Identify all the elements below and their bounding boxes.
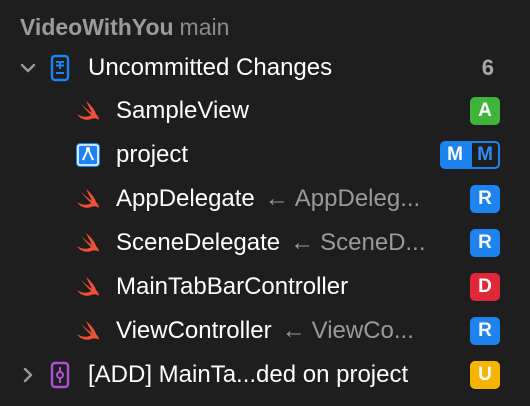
repository-name: VideoWithYou [20,14,174,40]
group-label: Uncommitted Changes [88,54,333,81]
file-name-with-rename: SceneDelegate ← SceneD... [116,228,426,258]
uncommitted-changes-group[interactable]: Uncommitted Changes 6 [0,48,530,88]
original-name: AppDeleg... [294,185,421,212]
rename-arrow: ← [264,185,289,212]
commit-icon [50,361,70,389]
file-name: MainTabBarController [116,273,349,300]
rename-arrow: ← [290,229,315,256]
chevron-right-icon[interactable] [18,365,38,385]
swift-icon [77,189,99,208]
status-badge-renamed: R [470,229,500,257]
status-badge-deleted: D [470,273,500,301]
file-name: AppDelegate [116,185,255,212]
group-label: [ADD] MainTa...ded on project [88,361,409,388]
chevron-down-icon[interactable] [18,58,38,78]
status-badge-modified-unstaged: M [470,141,500,169]
xcode-project-icon [76,143,100,167]
rename-arrow: ← [281,317,306,344]
header: VideoWithYou main [20,12,229,42]
file-name-with-rename: ViewController ← ViewCo... [116,316,414,346]
file-row-sampleview[interactable]: SampleView A [0,91,530,131]
swift-icon [77,277,99,296]
file-row-viewcontroller[interactable]: ViewController ← ViewCo... R [0,311,530,351]
change-count: 6 [481,55,494,80]
swift-icon [77,233,99,252]
file-name: ViewController [116,317,272,344]
status-badge-modified-staged: M [440,141,470,169]
file-name-with-rename: AppDelegate ← AppDeleg... [116,184,420,214]
swift-icon [77,321,99,340]
commit-group-add-maintab[interactable]: [ADD] MainTa...ded on project U [0,355,530,395]
swift-icon [77,101,99,120]
file-row-appdelegate[interactable]: AppDelegate ← AppDeleg... R [0,179,530,219]
original-name: ViewCo... [311,317,414,344]
status-badge-renamed: R [470,317,500,345]
file-row-maintabbarcontroller[interactable]: MainTabBarController D [0,267,530,307]
file-row-project[interactable]: project M M [0,135,530,175]
file-name: SceneDelegate [116,229,281,256]
file-name: SampleView [116,97,249,124]
status-badge-unmerged: U [470,361,500,389]
file-name: project [116,141,189,168]
file-row-scenedelegate[interactable]: SceneDelegate ← SceneD... R [0,223,530,263]
status-badge-added: A [470,97,500,125]
branch-name: main [179,14,230,40]
status-badge-renamed: R [470,185,500,213]
original-name: SceneD... [320,229,426,256]
document-icon [50,54,70,82]
